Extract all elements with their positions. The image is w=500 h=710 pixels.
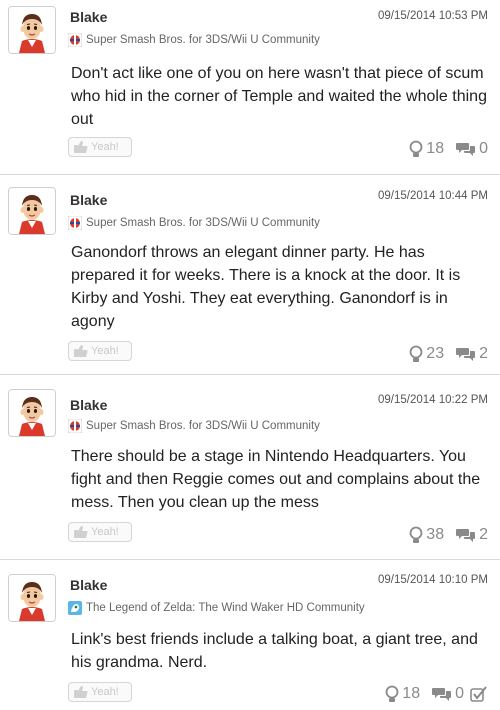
yeah-count-icon [409, 526, 423, 543]
username[interactable]: Blake [70, 192, 107, 208]
community-link[interactable]: Super Smash Bros. for 3DS/Wii U Communit… [68, 33, 320, 47]
yeah-count-value: 23 [426, 345, 445, 362]
post-body: Link's best friends include a talking bo… [71, 631, 478, 671]
yeah-count-value: 18 [426, 140, 445, 157]
community-name: The Legend of Zelda: The Wind Waker HD C… [86, 602, 365, 614]
post-feed: Blake 09/15/2014 10:53 PM Super Smash Br… [0, 0, 500, 710]
comment-icon [456, 529, 476, 542]
yeah-hand-icon [74, 686, 88, 698]
yeah-count-icon [385, 685, 399, 702]
comment-count-value: 0 [455, 685, 464, 702]
comment-icon [456, 143, 476, 156]
yeah-button[interactable]: Yeah! [68, 137, 132, 157]
post-body: There should be a stage in Nintendo Head… [71, 448, 481, 511]
comment-count: 0 [456, 140, 488, 158]
yeah-count-value: 18 [402, 685, 421, 702]
comment-count-value: 0 [479, 140, 488, 157]
avatar[interactable] [8, 187, 56, 235]
mii-avatar-icon [9, 575, 55, 621]
comment-icon [432, 688, 452, 701]
yeah-button[interactable]: Yeah! [68, 341, 132, 361]
mii-avatar-icon [9, 7, 55, 53]
username[interactable]: Blake [70, 9, 107, 25]
yeah-button[interactable]: Yeah! [68, 682, 132, 702]
post[interactable]: Blake 09/15/2014 10:10 PM The Legend of … [0, 560, 500, 710]
zelda-icon [68, 601, 82, 615]
post-stats: 18 0 [373, 685, 488, 703]
community-link[interactable]: Super Smash Bros. for 3DS/Wii U Communit… [68, 216, 320, 230]
yeah-hand-icon [74, 526, 88, 538]
yeah-count-value: 38 [426, 526, 445, 543]
post-body: Don't act like one of you on here wasn't… [71, 65, 487, 128]
community-name: Super Smash Bros. for 3DS/Wii U Communit… [86, 34, 320, 46]
community-name: Super Smash Bros. for 3DS/Wii U Communit… [86, 420, 320, 432]
comment-count-value: 2 [479, 345, 488, 362]
community-name: Super Smash Bros. for 3DS/Wii U Communit… [86, 217, 320, 229]
comment-icon [456, 348, 476, 361]
avatar[interactable] [8, 389, 56, 437]
post-timestamp: 09/15/2014 10:10 PM [378, 574, 488, 586]
yeah-count-icon [409, 140, 423, 157]
post-stats: 18 0 [397, 140, 488, 158]
yeah-label: Yeah! [91, 526, 119, 538]
avatar[interactable] [8, 6, 56, 54]
community-link[interactable]: Super Smash Bros. for 3DS/Wii U Communit… [68, 419, 320, 433]
yeah-count-icon [409, 345, 423, 362]
comment-count: 2 [456, 345, 488, 363]
comment-count: 0 [432, 685, 464, 703]
yeah-hand-icon [74, 345, 88, 357]
smash-icon [68, 419, 82, 433]
yeah-count: 23 [409, 345, 444, 363]
mii-avatar-icon [9, 390, 55, 436]
username[interactable]: Blake [70, 397, 107, 413]
smash-icon [68, 33, 82, 47]
post-timestamp: 09/15/2014 10:53 PM [378, 10, 488, 22]
smash-icon [68, 216, 82, 230]
yeah-count: 18 [385, 685, 420, 703]
post-stats: 38 2 [397, 526, 488, 544]
post-timestamp: 09/15/2014 10:22 PM [378, 394, 488, 406]
post-timestamp: 09/15/2014 10:44 PM [378, 190, 488, 202]
post-body: Ganondorf throws an elegant dinner party… [71, 244, 461, 330]
post[interactable]: Blake 09/15/2014 10:22 PM Super Smash Br… [0, 375, 500, 560]
yeah-label: Yeah! [91, 345, 119, 357]
comment-count: 2 [456, 526, 488, 544]
yeah-button[interactable]: Yeah! [68, 522, 132, 542]
played-check-icon [470, 686, 487, 702]
mii-avatar-icon [9, 188, 55, 234]
comment-count-value: 2 [479, 526, 488, 543]
yeah-count: 38 [409, 526, 444, 544]
avatar[interactable] [8, 574, 56, 622]
post-stats: 23 2 [397, 345, 488, 363]
post[interactable]: Blake 09/15/2014 10:53 PM Super Smash Br… [0, 0, 500, 175]
community-link[interactable]: The Legend of Zelda: The Wind Waker HD C… [68, 601, 365, 615]
yeah-count: 18 [409, 140, 444, 158]
yeah-label: Yeah! [91, 141, 119, 153]
post[interactable]: Blake 09/15/2014 10:44 PM Super Smash Br… [0, 175, 500, 375]
username[interactable]: Blake [70, 577, 107, 593]
yeah-label: Yeah! [91, 686, 119, 698]
yeah-hand-icon [74, 141, 88, 153]
